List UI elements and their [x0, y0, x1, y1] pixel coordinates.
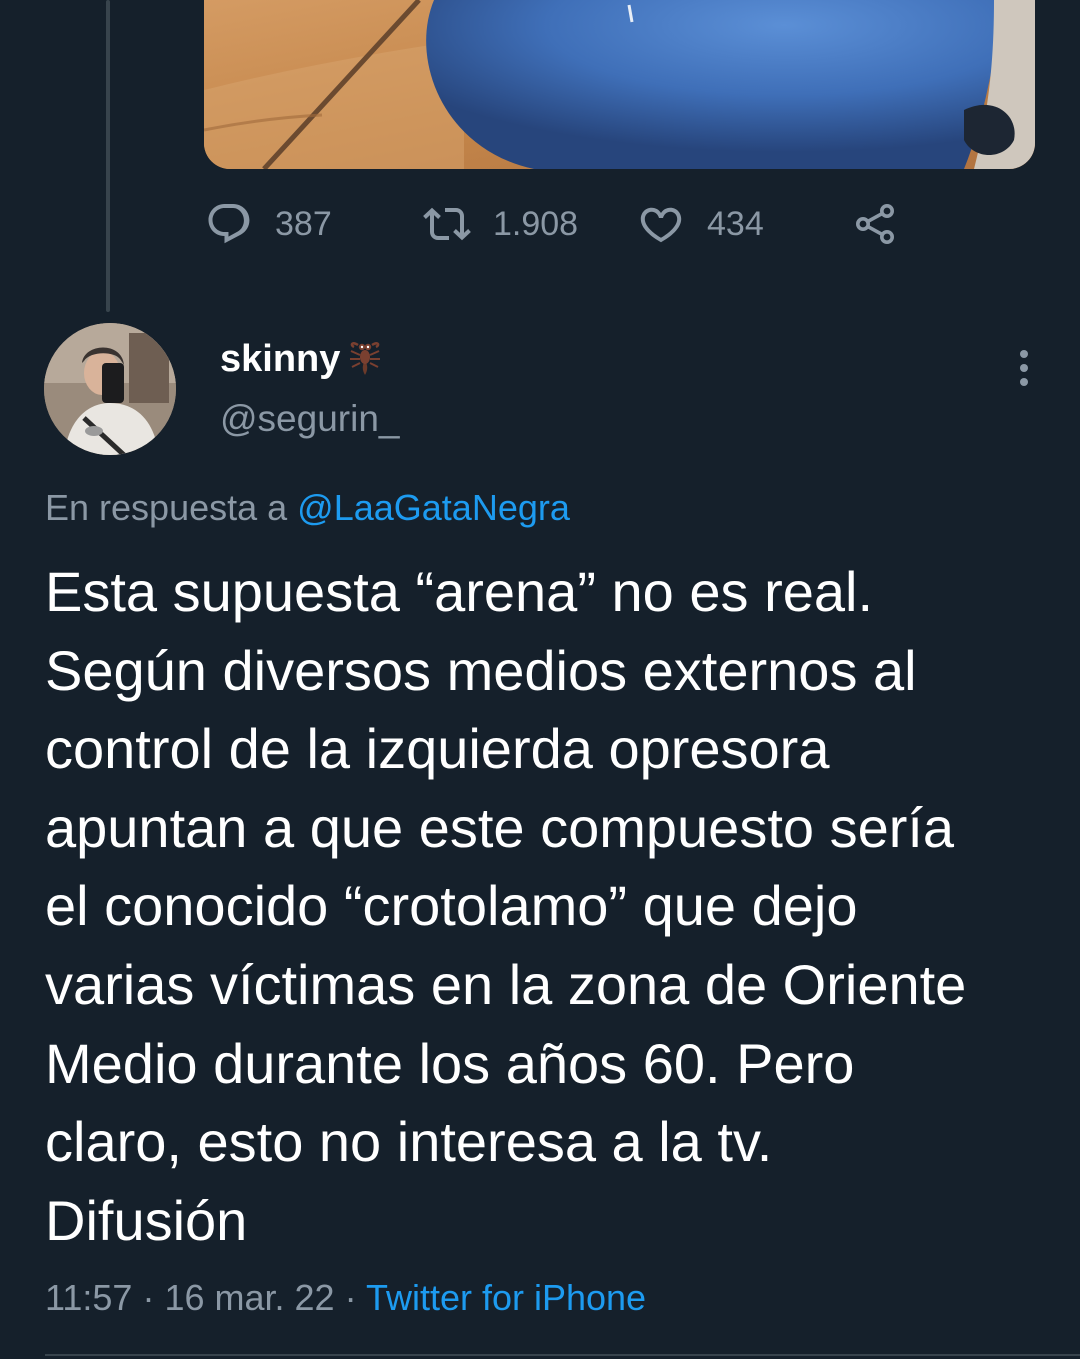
more-options-button[interactable]	[1008, 344, 1040, 392]
tweet-detail-page: 387 1.908 434 skinny @segurin_ En respue…	[0, 0, 1080, 1359]
tweet-metadata: 11:57 · 16 mar. 22 · Twitter for iPhone	[45, 1277, 646, 1319]
avatar[interactable]	[44, 323, 176, 455]
reply-context: En respuesta a @LaaGataNegra	[45, 487, 570, 529]
reply-icon	[208, 204, 250, 244]
display-name-text: skinny	[220, 337, 341, 380]
share-button[interactable]	[851, 196, 899, 252]
tweet-body-text: Esta supuesta “arena” no es real. Según …	[45, 560, 967, 1252]
like-count: 434	[707, 204, 764, 243]
like-button[interactable]: 434	[637, 196, 764, 252]
retweet-icon	[423, 207, 471, 241]
retweet-count: 1.908	[493, 204, 579, 243]
author-handle[interactable]: @segurin_	[220, 398, 400, 440]
avatar-photo	[44, 323, 176, 455]
author-display-name[interactable]: skinny	[220, 337, 384, 381]
scorpion-emoji-icon	[350, 342, 381, 375]
reply-count: 387	[275, 204, 332, 243]
reply-button[interactable]: 387	[205, 196, 332, 252]
share-icon	[856, 204, 894, 244]
tweet-date[interactable]: 16 mar. 22	[164, 1277, 334, 1318]
tweet-source-link[interactable]: Twitter for iPhone	[366, 1277, 646, 1318]
parent-tweet-image[interactable]	[204, 0, 1035, 169]
thread-connector-line	[106, 0, 110, 312]
meta-separator: ·	[142, 1277, 155, 1318]
meta-separator: ·	[344, 1277, 357, 1318]
divider	[45, 1354, 1080, 1356]
retweet-button[interactable]: 1.908	[423, 196, 578, 252]
tweet-time[interactable]: 11:57	[45, 1277, 132, 1318]
dot-icon	[1020, 364, 1028, 372]
photo-graphic	[204, 0, 1035, 169]
dot-icon	[1020, 378, 1028, 386]
dot-icon	[1020, 350, 1028, 358]
reply-to-prefix: En respuesta a	[45, 487, 288, 528]
reply-to-mention-link[interactable]: @LaaGataNegra	[297, 487, 570, 528]
heart-icon	[640, 207, 682, 243]
